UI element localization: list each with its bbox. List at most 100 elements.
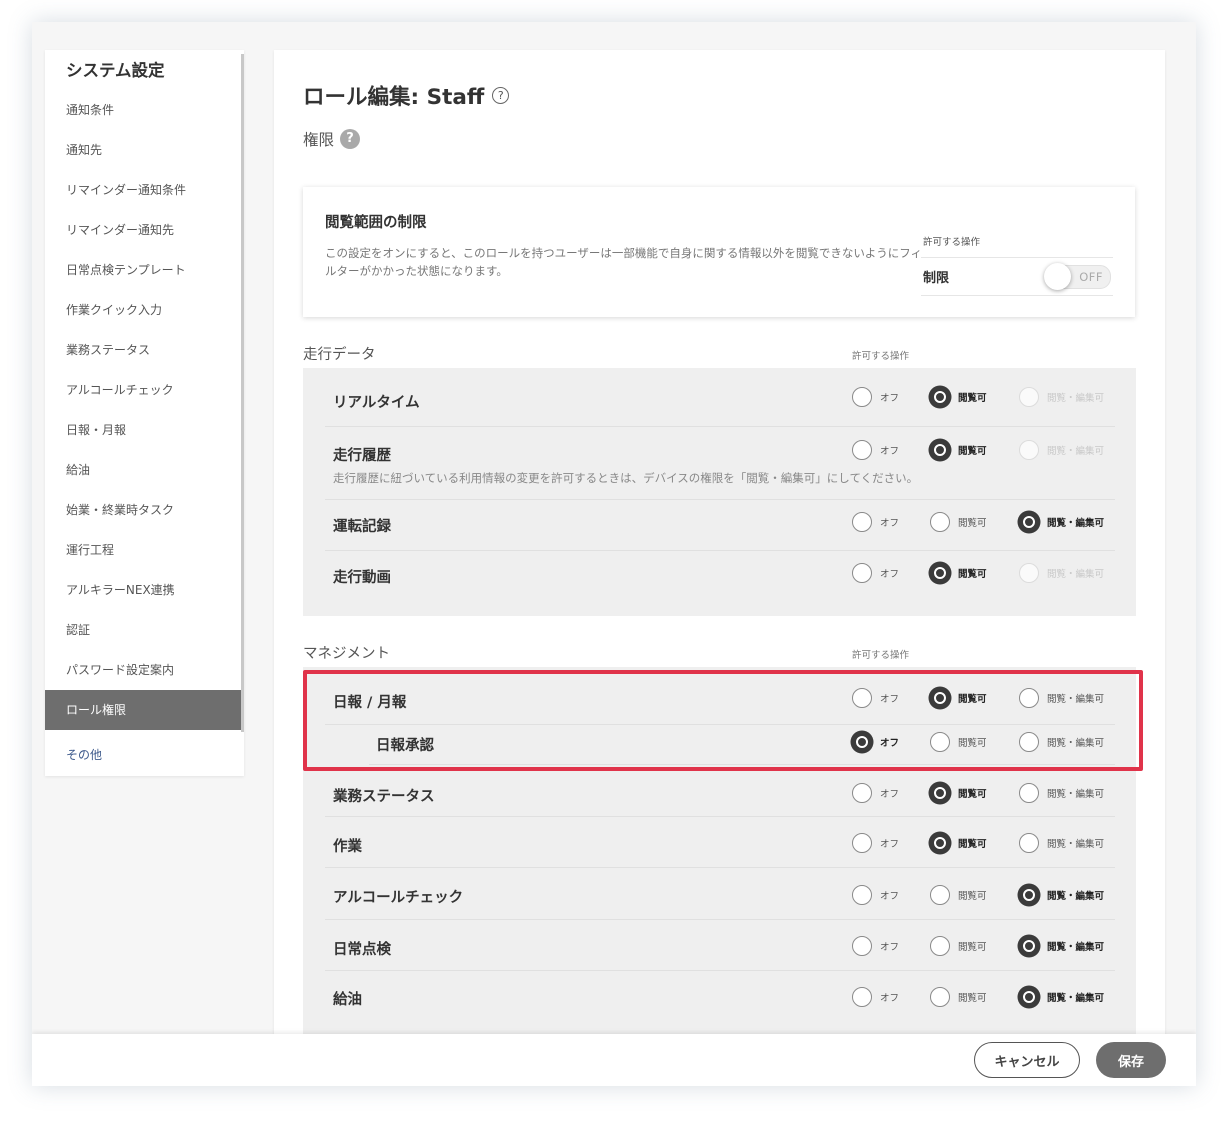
radio-option-edit[interactable]: 閲覧・編集可: [1019, 512, 1104, 532]
radio-option-off[interactable]: オフ: [852, 512, 899, 532]
sidebar-item[interactable]: アルコールチェック: [45, 370, 241, 410]
radio-label: 閲覧・編集可: [1047, 789, 1105, 800]
app-window: システム設定 通知条件 通知先 リマインダー通知条件 リマインダー通知先 日常点検テンプ…: [32, 22, 1196, 1086]
sidebar-item[interactable]: パスワード設定案内: [45, 650, 241, 690]
radio-empty-icon[interactable]: [852, 387, 872, 407]
sidebar-item[interactable]: 通知先: [45, 130, 241, 170]
permission-row-note: 走行履歴に紐づいている利用情報の変更を許可するときは、デバイスの権限を「閲覧・編…: [333, 471, 919, 485]
radio-option-view[interactable]: 閲覧可: [930, 512, 987, 532]
radio-option-edit[interactable]: 閲覧・編集可: [1019, 987, 1104, 1007]
radio-option-view[interactable]: 閲覧可: [930, 936, 987, 956]
radio-label: 閲覧・編集可: [1047, 993, 1105, 1004]
page-title: ロール編集: Staff ?: [303, 80, 510, 111]
radio-option-view[interactable]: 閲覧可: [930, 387, 987, 407]
radio-option-off[interactable]: オフ: [852, 987, 899, 1007]
sidebar-item[interactable]: 作業クイック入力: [45, 290, 241, 330]
sidebar-scrollbar[interactable]: [241, 54, 244, 732]
radio-option-edit[interactable]: 閲覧・編集可: [1019, 936, 1104, 956]
radio-option-view[interactable]: 閲覧可: [930, 885, 987, 905]
restriction-card: 閲覧範囲の制限 この設定をオンにすると、このロールを持つユーザーは一部機能で自身…: [303, 187, 1135, 317]
sidebar-item[interactable]: 日常点検テンプレート: [45, 250, 241, 290]
radio-option-view[interactable]: 閲覧可: [930, 563, 987, 583]
restriction-toggle[interactable]: OFF: [1044, 263, 1111, 290]
radio-empty-icon[interactable]: [930, 885, 950, 905]
restriction-title: 閲覧範囲の制限: [325, 215, 427, 231]
cancel-button[interactable]: キャンセル: [974, 1042, 1080, 1078]
permission-row: リアルタイム オフ 閲覧可 閲覧・編集可: [325, 368, 1115, 427]
sidebar-item[interactable]: 通知条件: [45, 90, 241, 130]
section-title: 走行データ: [303, 347, 376, 363]
radio-empty-icon[interactable]: [852, 987, 872, 1007]
radio-selected-icon[interactable]: [930, 440, 950, 460]
radio-option-off[interactable]: オフ: [852, 440, 899, 460]
radio-selected-icon[interactable]: [1019, 987, 1039, 1007]
radio-option-off[interactable]: オフ: [852, 563, 899, 583]
radio-option-edit[interactable]: 閲覧・編集可: [1019, 783, 1104, 803]
radio-option-view[interactable]: 閲覧可: [930, 783, 987, 803]
sidebar-item[interactable]: リマインダー通知先: [45, 210, 241, 250]
radio-selected-icon[interactable]: [930, 833, 950, 853]
radio-option-edit[interactable]: 閲覧・編集可: [1019, 885, 1104, 905]
radio-selected-icon[interactable]: [1019, 885, 1039, 905]
radio-label: 閲覧可: [958, 942, 987, 953]
radio-label: 閲覧・編集可: [1047, 942, 1105, 953]
radio-empty-icon[interactable]: [852, 885, 872, 905]
radio-label: オフ: [880, 942, 900, 953]
radio-empty-icon[interactable]: [1019, 783, 1039, 803]
radio-empty-icon[interactable]: [930, 987, 950, 1007]
radio-option-off[interactable]: オフ: [852, 783, 899, 803]
sidebar-item[interactable]: 日報・月報: [45, 410, 241, 450]
radio-empty-icon: [1019, 563, 1039, 583]
radio-option-edit: 閲覧・編集可: [1019, 387, 1104, 407]
sidebar-item[interactable]: アルキラーNEX連携: [45, 570, 241, 610]
radio-option-off[interactable]: オフ: [852, 833, 899, 853]
radio-label: オフ: [880, 789, 900, 800]
sidebar-item[interactable]: その他: [45, 734, 241, 776]
permission-row-label: 給油: [333, 992, 362, 1008]
radio-empty-icon[interactable]: [930, 936, 950, 956]
radio-label: オフ: [880, 891, 900, 902]
radio-selected-icon[interactable]: [930, 783, 950, 803]
sidebar-item[interactable]: 給油: [45, 450, 241, 490]
radio-empty-icon[interactable]: [852, 833, 872, 853]
radio-empty-icon[interactable]: [852, 563, 872, 583]
radio-selected-icon[interactable]: [930, 563, 950, 583]
radio-label: オフ: [880, 446, 900, 457]
radio-empty-icon[interactable]: [852, 512, 872, 532]
section-title: マネジメント: [303, 646, 390, 662]
section-ops-label: 許可する操作: [852, 650, 910, 661]
radio-empty-icon[interactable]: [852, 936, 872, 956]
radio-empty-icon[interactable]: [930, 512, 950, 532]
sidebar-item[interactable]: 始業・終業時タスク: [45, 490, 241, 530]
help-icon[interactable]: ?: [492, 87, 510, 104]
radio-label: 閲覧・編集可: [1047, 393, 1105, 404]
save-button[interactable]: 保存: [1096, 1042, 1166, 1078]
sidebar-item[interactable]: リマインダー通知条件: [45, 170, 241, 210]
radio-empty-icon: [1019, 387, 1039, 407]
radio-selected-icon[interactable]: [930, 387, 950, 407]
question-icon[interactable]: ?: [340, 129, 361, 149]
radio-label: 閲覧可: [958, 891, 987, 902]
sidebar-item[interactable]: ロール権限: [45, 690, 241, 730]
radio-option-off[interactable]: オフ: [852, 387, 899, 407]
radio-label: 閲覧・編集可: [1047, 518, 1105, 529]
radio-empty-icon[interactable]: [1019, 833, 1039, 853]
radio-option-view[interactable]: 閲覧可: [930, 440, 987, 460]
radio-label: 閲覧・編集可: [1047, 839, 1105, 850]
radio-option-view[interactable]: 閲覧可: [930, 987, 987, 1007]
permission-row: アルコールチェック オフ 閲覧可 閲覧・編集可: [325, 867, 1115, 920]
sidebar-item[interactable]: 認証: [45, 610, 241, 650]
sidebar-item[interactable]: 業務ステータス: [45, 330, 241, 370]
radio-option-edit[interactable]: 閲覧・編集可: [1019, 833, 1104, 853]
radio-selected-icon[interactable]: [1019, 512, 1039, 532]
radio-empty-icon[interactable]: [852, 783, 872, 803]
radio-empty-icon[interactable]: [852, 440, 872, 460]
radio-label: 閲覧可: [958, 569, 987, 580]
permission-row: 日常点検 オフ 閲覧可 閲覧・編集可: [325, 919, 1115, 971]
toggle-knob[interactable]: [1044, 263, 1071, 290]
sidebar-item[interactable]: 運行工程: [45, 530, 241, 570]
radio-option-off[interactable]: オフ: [852, 885, 899, 905]
radio-selected-icon[interactable]: [1019, 936, 1039, 956]
radio-option-view[interactable]: 閲覧可: [930, 833, 987, 853]
radio-option-off[interactable]: オフ: [852, 936, 899, 956]
